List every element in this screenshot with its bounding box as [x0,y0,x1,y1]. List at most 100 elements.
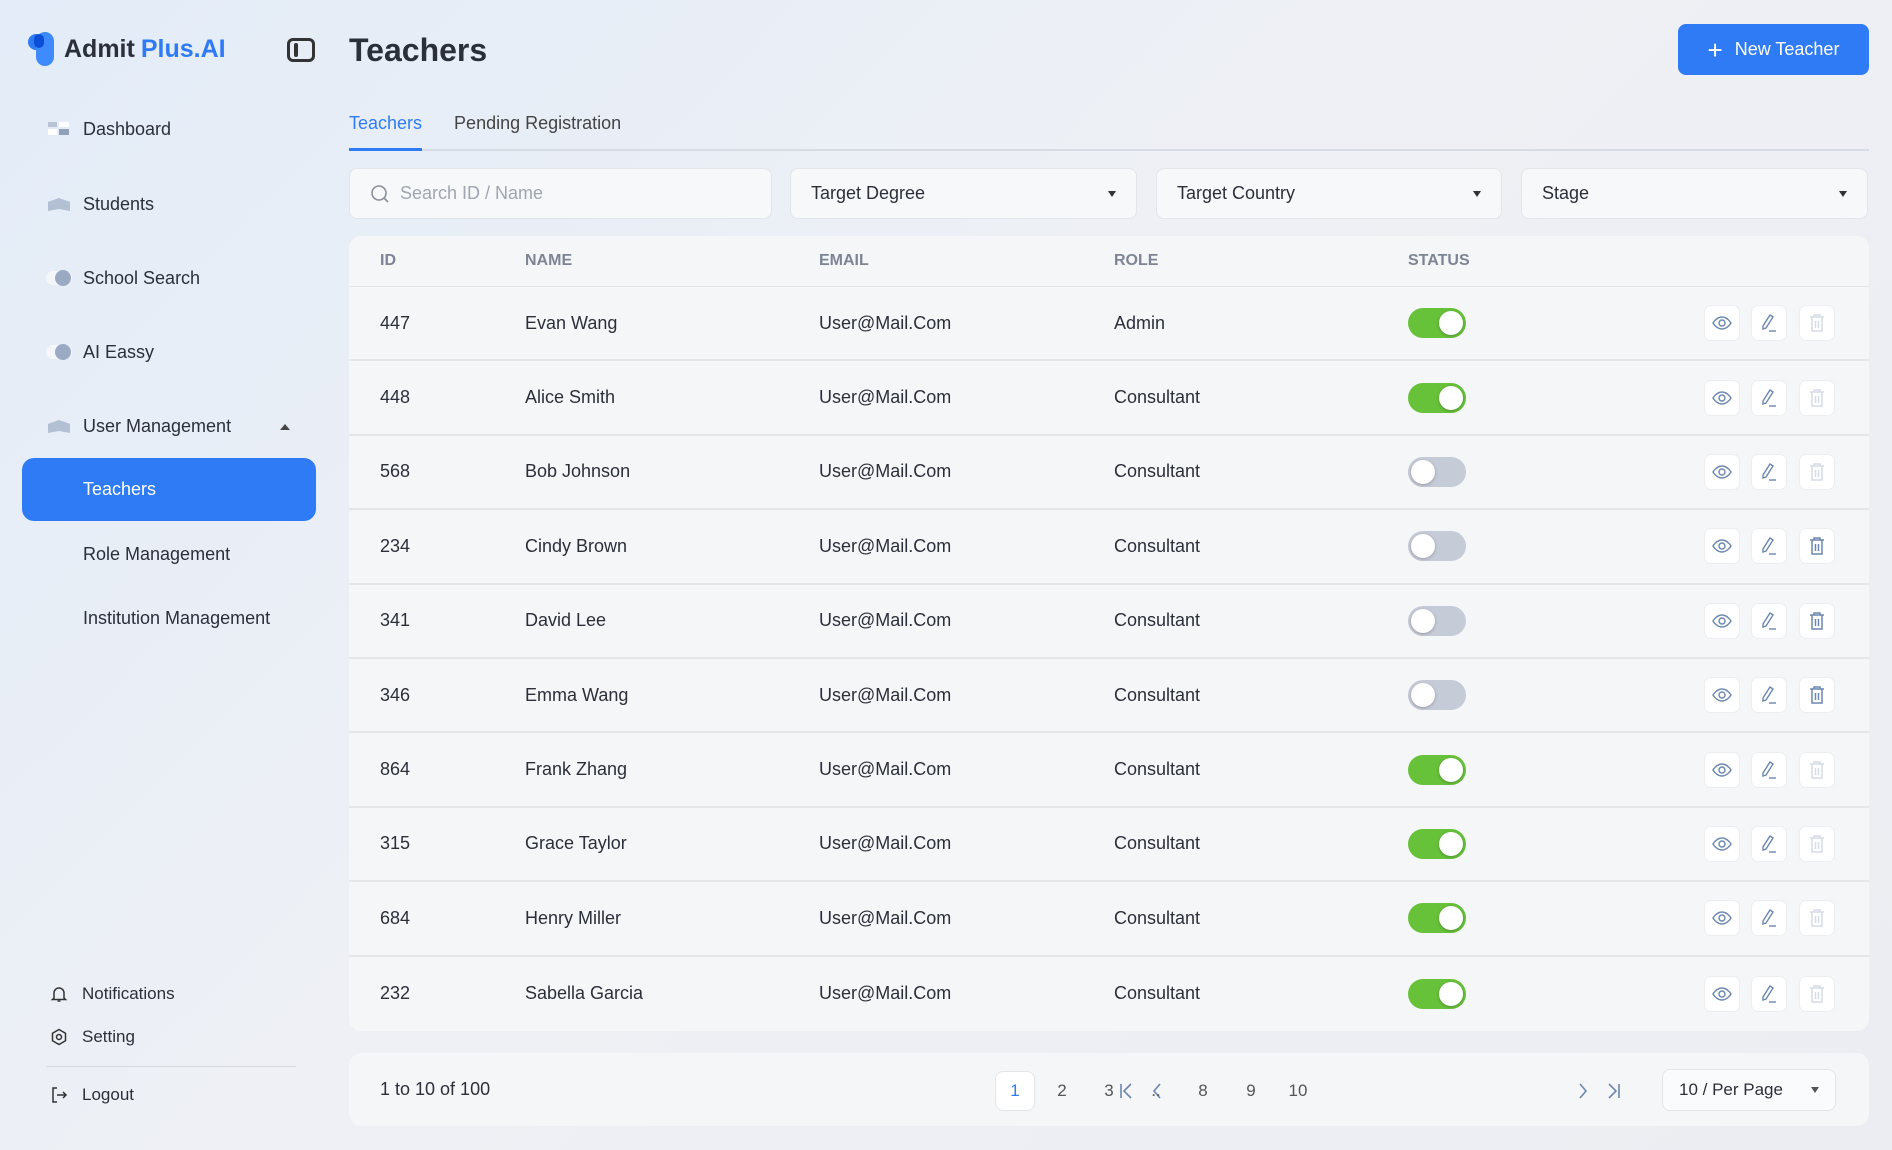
sidebar-item-school-search[interactable]: School Search [46,263,200,293]
trash-icon [1808,611,1826,631]
edit-button[interactable] [1751,379,1787,416]
delete-button[interactable] [1799,305,1835,342]
table-row: 568 Bob Johnson User@Mail.Com Consultant [349,436,1869,511]
page-button[interactable]: 1 [995,1071,1035,1111]
page-button[interactable]: 3 [1089,1071,1129,1111]
cell-email: User@Mail.Com [819,759,952,780]
delete-button[interactable] [1799,825,1835,862]
page-title: Teachers [349,32,488,68]
sidebar-item-logout[interactable]: Logout [50,1085,134,1105]
sidebar-item-students[interactable]: Students [46,189,154,219]
select-label: Target Degree [811,183,926,203]
edit-button[interactable] [1751,900,1787,937]
column-header-email: EMAIL [819,252,869,269]
view-button[interactable] [1704,677,1740,714]
sidebar-toggle-icon[interactable] [287,38,315,62]
sidebar-item-notifications[interactable]: Notifications [50,984,175,1004]
trash-icon [1808,388,1826,408]
pencil-icon [1760,536,1778,556]
caret-down-icon [1108,190,1116,197]
page-button[interactable]: 10 [1278,1071,1318,1111]
view-button[interactable] [1704,528,1740,565]
cell-id: 346 [380,684,411,705]
edit-button[interactable] [1751,305,1787,342]
column-header-id: ID [380,252,396,269]
page-ellipsis: .. [1151,1081,1161,1100]
delete-button[interactable] [1799,751,1835,788]
next-page-icon[interactable] [1571,1071,1595,1111]
tab-teachers[interactable]: Teachers [349,110,423,151]
delete-button[interactable] [1799,453,1835,490]
view-button[interactable] [1704,453,1740,490]
pencil-icon [1760,760,1778,780]
view-button[interactable] [1704,751,1740,788]
page-button[interactable]: 2 [1042,1071,1082,1111]
cell-id: 684 [380,907,411,928]
cell-name: Henry Miller [525,907,622,928]
sidebar-item-user-management[interactable]: User Management [46,411,231,441]
edit-button[interactable] [1751,825,1787,862]
status-toggle[interactable] [1408,308,1466,339]
chevron-up-icon[interactable] [280,424,290,430]
table-row: 864 Frank Zhang User@Mail.Com Consultant [349,733,1869,808]
cell-id: 864 [380,759,411,780]
search-icon [371,184,389,203]
edit-button[interactable] [1751,528,1787,565]
search-input[interactable]: Search ID / Name [349,168,772,219]
status-toggle[interactable] [1408,828,1466,859]
edit-button[interactable] [1751,602,1787,639]
status-toggle[interactable] [1408,531,1466,562]
delete-button[interactable] [1799,379,1835,416]
sidebar-item-ai-eassy[interactable]: AI Eassy [46,337,154,367]
view-button[interactable] [1704,900,1740,937]
view-button[interactable] [1704,975,1740,1012]
status-toggle[interactable] [1408,680,1466,711]
target-country-select[interactable]: Target Country [1156,168,1502,219]
sidebar-item-setting[interactable]: Setting [50,1027,135,1047]
view-button[interactable] [1704,305,1740,342]
cell-email: User@Mail.Com [819,535,952,556]
new-teacher-button[interactable]: + New Teacher [1678,24,1869,75]
sidebar-item-teachers[interactable]: Teachers [22,458,316,521]
edit-button[interactable] [1751,975,1787,1012]
cell-name: Cindy Brown [525,535,628,556]
edit-button[interactable] [1751,453,1787,490]
cell-role: Consultant [1114,535,1201,556]
status-toggle[interactable] [1408,754,1466,785]
delete-button[interactable] [1799,677,1835,714]
status-toggle[interactable] [1408,903,1466,934]
view-button[interactable] [1704,825,1740,862]
table-row: 315 Grace Taylor User@Mail.Com Consultan… [349,808,1869,883]
page-button[interactable]: 9 [1231,1071,1271,1111]
sidebar-item-role-management[interactable]: Role Management [22,523,316,586]
page-button[interactable]: 8 [1183,1071,1223,1111]
delete-button[interactable] [1799,900,1835,937]
per-page-select[interactable]: 10 / Per Page [1662,1069,1836,1111]
view-button[interactable] [1704,379,1740,416]
table-row: 684 Henry Miller User@Mail.Com Consultan… [349,882,1869,957]
edit-button[interactable] [1751,751,1787,788]
cell-role: Consultant [1114,833,1201,854]
target-degree-select[interactable]: Target Degree [790,168,1137,219]
trash-icon [1808,760,1826,780]
status-toggle[interactable] [1408,978,1466,1009]
sidebar-item-dashboard[interactable]: Dashboard [46,114,171,144]
delete-button[interactable] [1799,528,1835,565]
eye-icon [1712,688,1732,702]
view-button[interactable] [1704,602,1740,639]
status-toggle[interactable] [1408,382,1466,413]
stage-select[interactable]: Stage [1521,168,1868,219]
status-toggle[interactable] [1408,456,1466,487]
last-page-icon[interactable] [1601,1071,1625,1111]
sidebar-item-institution-management[interactable]: Institution Management [22,587,316,650]
delete-button[interactable] [1799,602,1835,639]
eye-icon [1712,316,1732,330]
status-toggle[interactable] [1408,605,1466,636]
edit-button[interactable] [1751,677,1787,714]
cell-email: User@Mail.Com [819,461,952,482]
cell-email: User@Mail.Com [819,610,952,631]
brand-name: Admit [64,34,135,63]
table-row: 346 Emma Wang User@Mail.Com Consultant [349,659,1869,734]
tab-pending-registration[interactable]: Pending Registration [454,110,621,151]
delete-button[interactable] [1799,975,1835,1012]
